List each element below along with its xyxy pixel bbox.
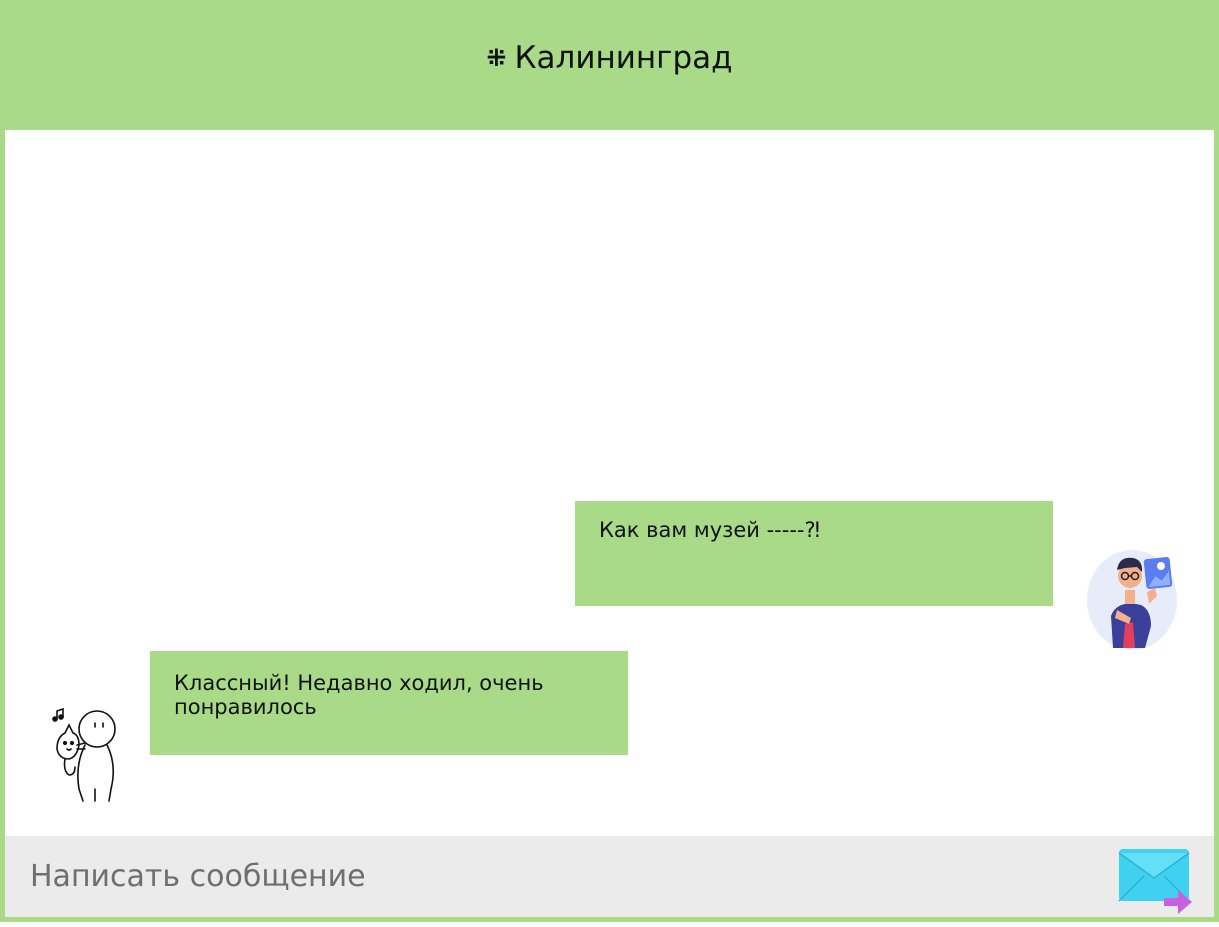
channel-hash-icon: ⁜: [486, 44, 507, 72]
channel-title: Калининград: [514, 40, 733, 76]
channel-title-group: ⁜ Калининград: [486, 40, 732, 76]
send-button[interactable]: [1118, 848, 1196, 918]
message-bubble-incoming: Классный! Недавно ходил, очень понравило…: [150, 651, 628, 755]
message-input[interactable]: [5, 836, 1095, 917]
chat-header: ⁜ Калининград: [0, 0, 1219, 130]
person-holding-photo-icon: [1085, 548, 1180, 653]
message-composer: [5, 836, 1214, 917]
message-list[interactable]: Как вам музей -----⁈ Классный! Недавно х…: [5, 130, 1214, 836]
person-hugging-cat-icon: [45, 705, 127, 803]
app-frame: ⁜ Калининград Как вам музей -----⁈ Класс…: [0, 0, 1219, 922]
envelope-send-icon: [1118, 849, 1192, 914]
message-bubble-outgoing: Как вам музей -----⁈: [575, 501, 1053, 606]
